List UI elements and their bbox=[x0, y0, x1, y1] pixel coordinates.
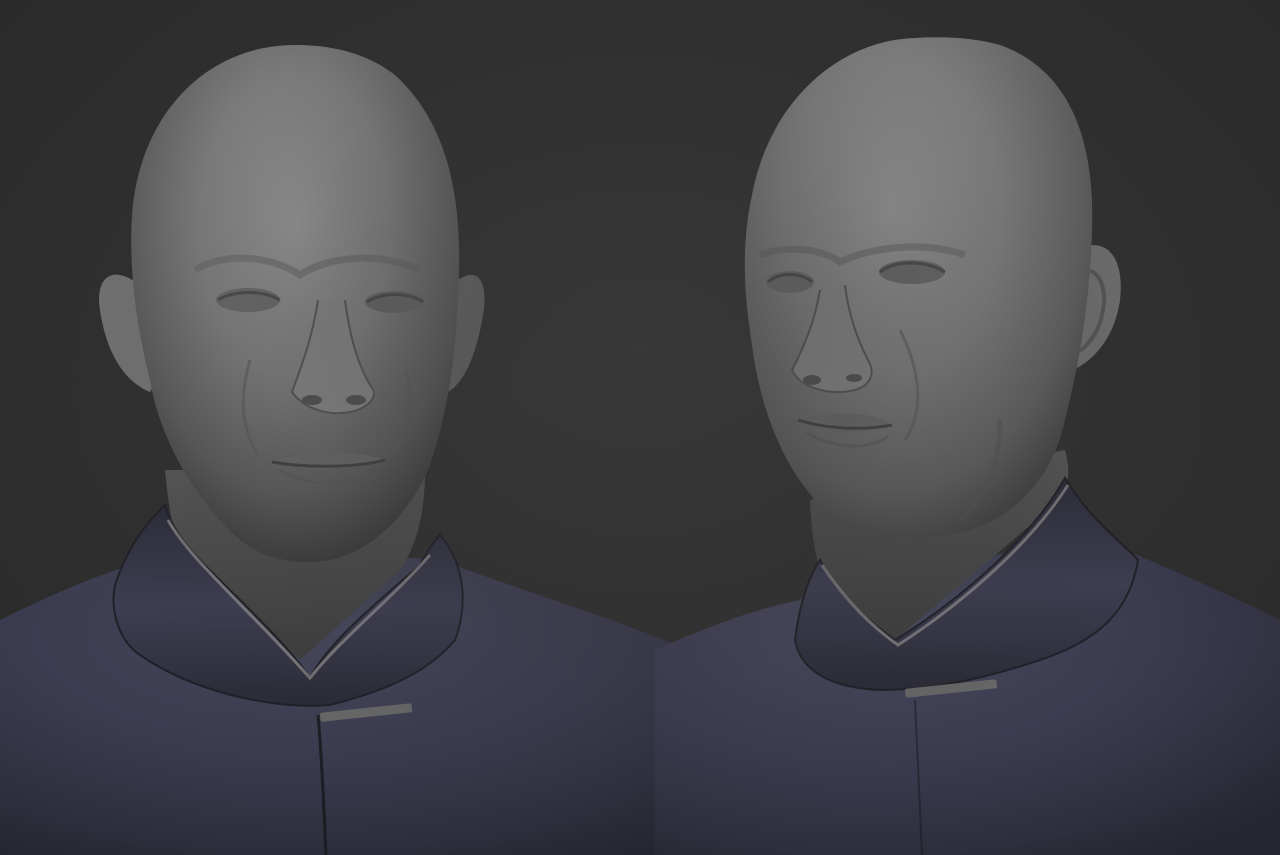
ambient-overlay bbox=[0, 0, 1280, 855]
render-viewport bbox=[0, 0, 1280, 855]
sculpt-render bbox=[0, 0, 1280, 855]
